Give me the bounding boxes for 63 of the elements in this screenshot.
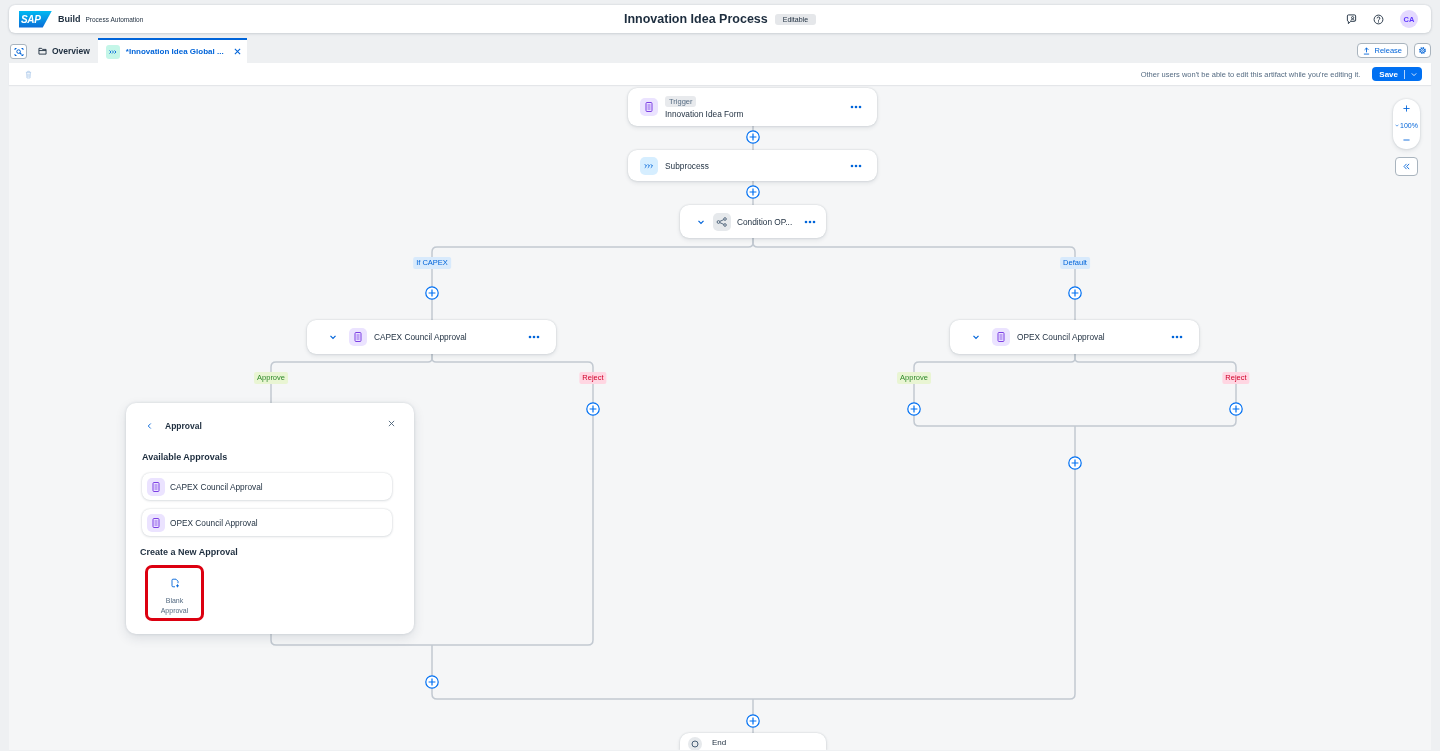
approval-option[interactable]: OPEX Council Approval	[142, 509, 392, 536]
condition-node[interactable]: Condition OP...	[680, 205, 826, 238]
close-icon[interactable]	[233, 48, 241, 55]
more-icon[interactable]	[850, 105, 862, 109]
back-icon[interactable]	[147, 422, 152, 430]
new-document-icon	[169, 578, 180, 588]
approval-node[interactable]: OPEX Council Approval	[950, 320, 1199, 354]
document-icon	[147, 477, 165, 496]
approval-label: OPEX Council Approval	[1017, 332, 1105, 342]
add-step-icon[interactable]	[1229, 402, 1243, 416]
approval-label: CAPEX Council Approval	[374, 332, 467, 342]
product-name: Build	[58, 14, 81, 24]
subprocess-icon	[640, 156, 658, 175]
add-step-icon[interactable]	[907, 402, 921, 416]
document-icon	[147, 513, 165, 532]
help-icon[interactable]	[1373, 13, 1384, 25]
add-step-icon[interactable]	[746, 130, 760, 144]
subprocess-node[interactable]: Subprocess	[628, 150, 877, 181]
add-step-icon[interactable]	[1068, 286, 1082, 300]
user-chat-icon[interactable]	[1346, 13, 1357, 25]
subprocess-icon	[105, 44, 120, 59]
more-icon[interactable]	[850, 163, 862, 168]
folder-icon	[38, 46, 47, 55]
frame-search-icon	[13, 46, 24, 57]
picker-title: Approval	[165, 421, 202, 431]
ring-icon	[688, 737, 702, 750]
process-title: Innovation Idea Process	[623, 12, 768, 26]
more-icon[interactable]	[804, 219, 816, 224]
upload-icon	[1363, 46, 1371, 55]
more-icon[interactable]	[528, 335, 540, 339]
tab[interactable]: Overview	[30, 38, 98, 63]
document-icon	[640, 98, 658, 116]
add-step-icon[interactable]	[586, 402, 600, 416]
add-step-icon[interactable]	[425, 286, 439, 300]
settings-button[interactable]	[1414, 43, 1431, 58]
navigator-button[interactable]	[10, 44, 27, 59]
approval-option[interactable]: CAPEX Council Approval	[142, 473, 392, 500]
chevron-icon[interactable]	[972, 333, 980, 341]
add-step-icon[interactable]	[1068, 456, 1082, 470]
chevron-icon[interactable]	[1395, 124, 1400, 127]
add-step-icon[interactable]	[746, 185, 760, 199]
save-button[interactable]: Save	[1372, 67, 1422, 81]
caret-icon	[1411, 71, 1417, 77]
section-heading: Available Approvals	[142, 451, 228, 463]
add-step-icon[interactable]	[746, 714, 760, 728]
close-icon[interactable]	[388, 419, 395, 427]
document-icon	[349, 328, 367, 346]
end-node[interactable]: End	[680, 733, 826, 750]
condition-label: Condition OP...	[737, 216, 793, 227]
step-label: Innovation Idea Form	[665, 108, 744, 119]
step-label: Subprocess	[665, 160, 709, 171]
branch-icon	[713, 212, 731, 231]
end-label: End	[712, 737, 727, 748]
approval-node[interactable]: CAPEX Council Approval	[307, 320, 556, 354]
section-heading: Create a New Approval	[140, 546, 238, 558]
double-chevron-icon	[1403, 163, 1410, 170]
zoom-in-icon[interactable]	[1403, 105, 1410, 112]
tab[interactable]: *Innovation Idea Global ...	[97, 38, 247, 63]
document-icon	[992, 328, 1010, 346]
chevron-icon[interactable]	[329, 333, 337, 341]
add-step-icon[interactable]	[425, 675, 439, 689]
more-icon[interactable]	[1171, 335, 1183, 339]
settings-icon	[1418, 46, 1427, 55]
